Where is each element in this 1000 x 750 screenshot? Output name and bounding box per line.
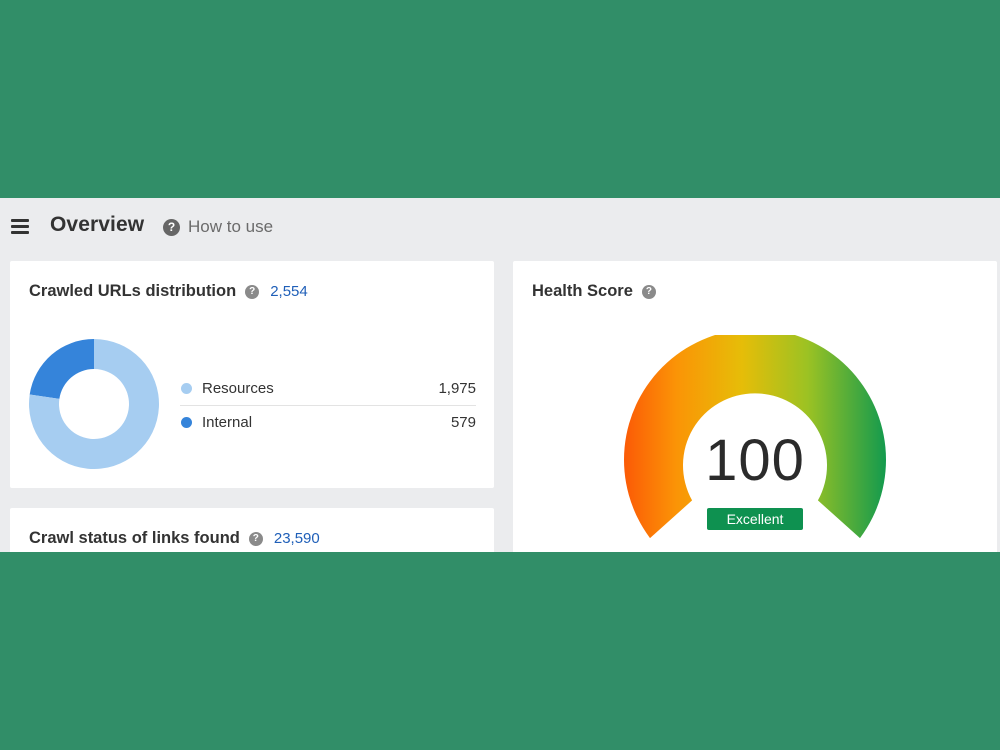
crawled-urls-total-link[interactable]: 2,554 (270, 283, 308, 300)
health-score-title: Health Score (532, 282, 633, 300)
page-title: Overview (50, 213, 145, 236)
how-to-use-label: How to use (188, 217, 274, 236)
crawled-urls-title: Crawled URLs distribution (29, 282, 237, 300)
question-icon: ? (163, 218, 180, 236)
question-icon[interactable]: ? (245, 284, 260, 299)
crawl-status-total-link[interactable]: 23,590 (274, 530, 320, 547)
legend-dot-resources (181, 382, 192, 394)
health-score-card: Health Score ? 100 Excellent (513, 261, 997, 552)
question-icon[interactable]: ? (248, 531, 263, 546)
health-score-value: 100 (705, 428, 805, 493)
crawl-status-header: Crawl status of links found ? 23,590 (29, 529, 320, 548)
crawled-urls-card: Crawled URLs distribution ? 2,554 Resour… (10, 261, 494, 488)
legend-label-resources: Resources (202, 379, 274, 397)
overview-panel: Overview ? How to use Crawled URLs distr… (0, 198, 1000, 552)
health-rating-badge: Excellent (707, 508, 803, 530)
legend-label-internal: Internal (202, 414, 253, 431)
question-icon[interactable]: ? (641, 284, 656, 299)
top-bar: Overview ? How to use (0, 198, 1000, 258)
how-to-use-link[interactable]: ? How to use (163, 217, 273, 237)
health-score-header: Health Score ? (532, 282, 656, 301)
legend-row-resources[interactable]: Resources 1,975 (180, 371, 476, 405)
crawl-status-card: Crawl status of links found ? 23,590 (10, 508, 494, 552)
legend-value-internal: 579 (450, 414, 476, 431)
crawled-urls-donut-chart (29, 339, 159, 469)
crawled-urls-header: Crawled URLs distribution ? 2,554 (29, 282, 308, 301)
donut-slice-internal[interactable] (29, 339, 94, 399)
legend-dot-internal (181, 417, 192, 428)
crawl-status-title: Crawl status of links found (29, 529, 240, 547)
legend-value-resources: 1,975 (438, 379, 476, 397)
menu-icon[interactable] (11, 219, 30, 234)
crawled-urls-legend: Resources 1,975 Internal 579 (180, 371, 476, 439)
legend-row-internal[interactable]: Internal 579 (180, 405, 476, 439)
